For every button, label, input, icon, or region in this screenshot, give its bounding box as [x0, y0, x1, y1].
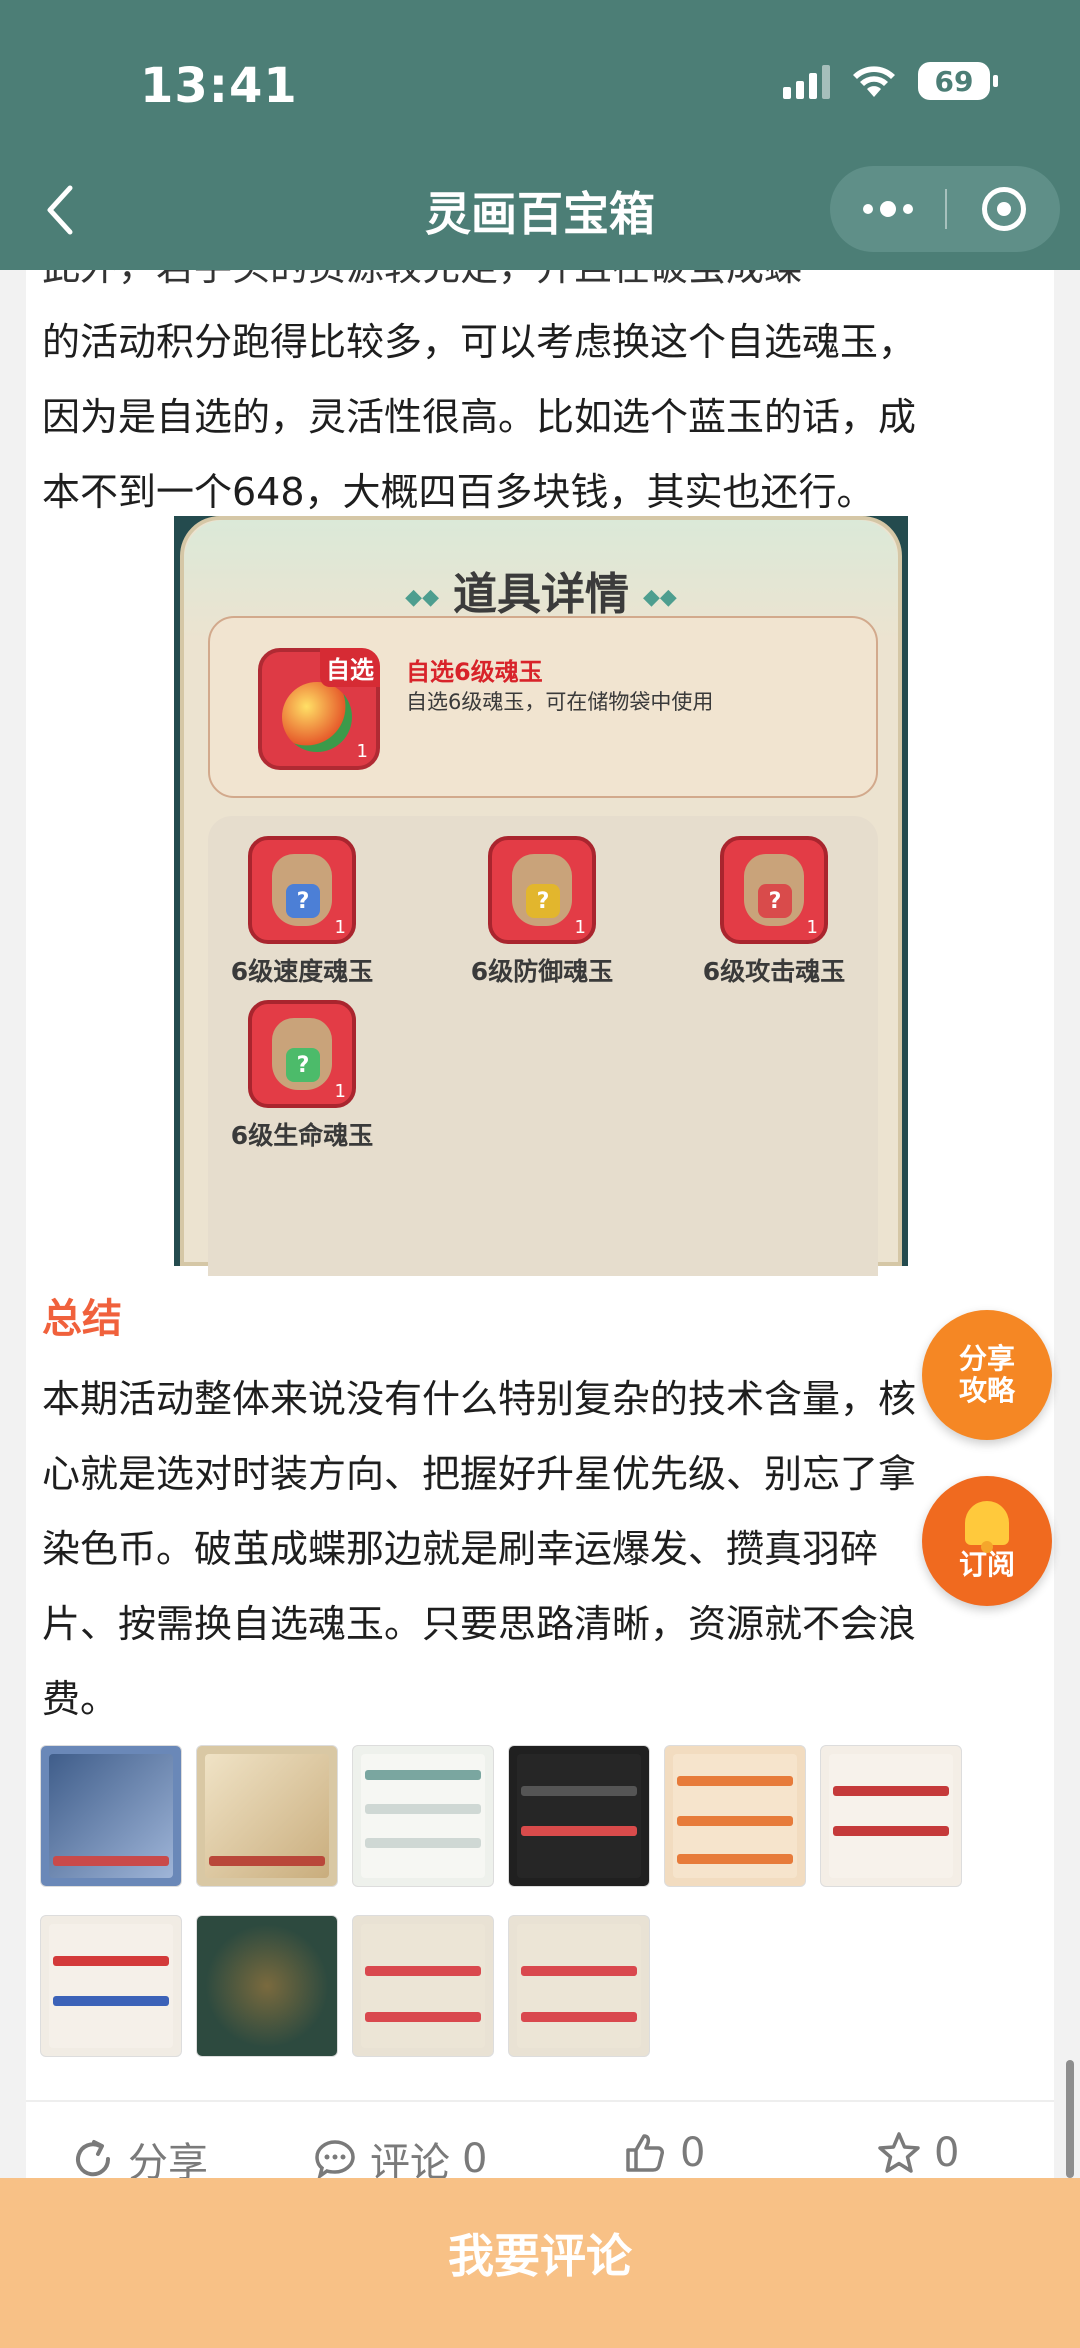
favorite-count: 0 [934, 2130, 960, 2176]
paragraph-line: 片、按需换自选魂玉。只要思路清晰，资源就不会浪 [42, 1602, 917, 1646]
gallery-thumbnail[interactable] [352, 1745, 494, 1887]
choice-label: 6级攻击魂玉 [702, 957, 846, 986]
wifi-icon [853, 66, 895, 97]
share-guide-button[interactable]: 分享 攻略 [922, 1310, 1052, 1440]
item-tag: 自选 [320, 648, 380, 687]
choice-label: 6级速度魂玉 [230, 957, 374, 986]
comment-action[interactable]: 评论 0 [312, 2130, 487, 2180]
action-divider [26, 2100, 1054, 2102]
decoration-icon: ◆◆ [405, 584, 439, 610]
gallery-thumbnail[interactable] [196, 1745, 338, 1887]
loot-bag-icon: ? 1 [488, 836, 596, 944]
paragraph-line: 此外，若手头的资源较充足，并且在破茧成蝶 [42, 270, 1052, 305]
item-name: 自选6级魂玉 [406, 658, 543, 686]
choice-attack-jade: ? 1 6级攻击魂玉 [684, 836, 864, 988]
gallery-thumbnail[interactable] [508, 1745, 650, 1887]
item-count: 1 [356, 741, 368, 762]
item-detail-screenshot[interactable]: ◆◆ 道具详情 ◆◆ 自选 1 自选6级魂玉 自选6级魂玉，可在储物袋中使用 ? 1 [174, 516, 908, 1276]
bell-icon [965, 1501, 1009, 1553]
paragraph-line: 本期活动整体来说没有什么特别复杂的技术含量，核 [42, 1377, 917, 1421]
loot-bag-icon: ? 1 [720, 836, 828, 944]
loot-bag-icon: ? 1 [248, 1000, 356, 1108]
gallery-thumbnail[interactable] [664, 1745, 806, 1887]
comment-label: 评论 [370, 2140, 450, 2180]
mini-program-capsule [830, 166, 1060, 252]
share-refresh-icon [76, 2140, 111, 2177]
soul-jade-chest-icon: 自选 1 [258, 648, 380, 770]
comment-button-label: 我要评论 [448, 2229, 632, 2283]
article-paragraph-top: 此外，若手头的资源较充足，并且在破茧成蝶 的活动积分跑得比较多，可以考虑换这个自… [42, 270, 1052, 530]
share-guide-label-1: 分享 [958, 1342, 1015, 1375]
top-bar: 13:41 69 灵画百宝箱 [0, 0, 1080, 270]
item-description: 自选6级魂玉，可在储物袋中使用 [406, 690, 714, 714]
gallery-thumbnail[interactable] [352, 1915, 494, 2057]
favorite-action[interactable]: 0 [876, 2130, 959, 2176]
fruit-icon [282, 682, 352, 752]
subscribe-label: 订阅 [958, 1548, 1015, 1581]
selected-item-box: 自选 1 自选6级魂玉 自选6级魂玉，可在储物袋中使用 [208, 616, 878, 798]
paragraph-line: 心就是选对时装方向、把握好升星优先级、别忘了拿 [42, 1452, 917, 1496]
decoration-icon: ◆◆ [643, 584, 677, 610]
cellular-signal-icon [783, 63, 830, 99]
thumbs-up-icon [626, 2134, 664, 2172]
summary-paragraph: 本期活动整体来说没有什么特别复杂的技术含量，核 心就是选对时装方向、把握好升星优… [42, 1362, 1052, 1737]
comment-bottom-bar[interactable]: 我要评论 [0, 2178, 1080, 2348]
status-icons: 69 [783, 62, 998, 100]
choice-health-jade: ? 1 6级生命魂玉 [212, 1000, 392, 1152]
right-gutter [1054, 270, 1080, 2180]
share-guide-label-2: 攻略 [958, 1374, 1015, 1407]
paragraph-line: 染色币。破茧成蝶那边就是刷幸运爆发、攒真羽碎 [42, 1527, 879, 1571]
choice-grid: ? 1 6级速度魂玉 ? 1 6级防御魂玉 ? 1 6级攻击魂玉 ? 1 6级生… [208, 816, 878, 1276]
loot-bag-icon: ? 1 [248, 836, 356, 944]
star-icon [878, 2132, 920, 2173]
choice-label: 6级防御魂玉 [470, 957, 614, 986]
item-detail-title: ◆◆ 道具详情 ◆◆ [405, 569, 677, 620]
like-action[interactable]: 0 [622, 2130, 705, 2176]
gallery-thumbnail[interactable] [40, 1915, 182, 2057]
choice-defense-jade: ? 1 6级防御魂玉 [452, 836, 632, 988]
status-time: 13:41 [140, 58, 298, 114]
subscribe-button[interactable]: 订阅 [922, 1476, 1052, 1606]
item-detail-panel: ◆◆ 道具详情 ◆◆ 自选 1 自选6级魂玉 自选6级魂玉，可在储物袋中使用 ? 1 [180, 516, 902, 1276]
gallery-thumbnail[interactable] [508, 1915, 650, 2057]
scrollbar[interactable] [1066, 2060, 1074, 2178]
comment-count: 0 [462, 2136, 488, 2180]
action-bar: 分享 评论 0 0 0 [26, 2130, 1054, 2180]
paragraph-line: 费。 [42, 1677, 119, 1721]
battery-icon: 69 [918, 62, 998, 100]
target-icon [981, 187, 1026, 231]
share-action[interactable]: 分享 [70, 2130, 208, 2180]
choice-speed-jade: ? 1 6级速度魂玉 [212, 836, 392, 988]
gallery-thumbnail[interactable] [820, 1745, 962, 1887]
gallery-thumbnail[interactable] [196, 1915, 338, 2057]
gallery-thumbnail[interactable] [40, 1745, 182, 1887]
summary-heading: 总结 [42, 1296, 122, 1342]
share-label: 分享 [128, 2140, 208, 2180]
left-gutter [0, 270, 26, 2180]
like-count: 0 [680, 2130, 706, 2176]
comment-bubble-icon [315, 2140, 355, 2180]
paragraph-line: 的活动积分跑得比较多，可以考虑换这个自选魂玉， [42, 320, 917, 364]
more-menu-icon[interactable] [830, 201, 945, 217]
article-content: 此外，若手头的资源较充足，并且在破茧成蝶 的活动积分跑得比较多，可以考虑换这个自… [26, 270, 1054, 2180]
choice-label: 6级生命魂玉 [230, 1121, 374, 1150]
close-mini-program-button[interactable] [947, 187, 1060, 231]
paragraph-line: 因为是自选的，灵活性很高。比如选个蓝玉的话，成 [42, 395, 917, 439]
